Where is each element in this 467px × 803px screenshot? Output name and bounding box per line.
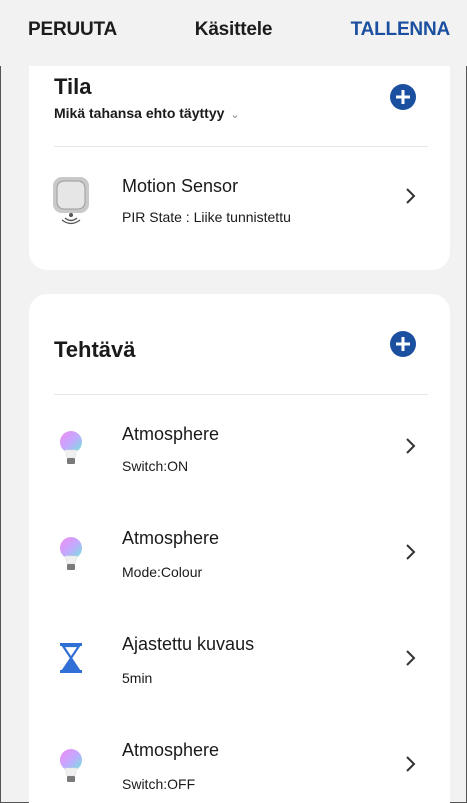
task-row[interactable]: Atmosphere Switch:ON <box>29 404 450 494</box>
match-mode-dropdown[interactable]: Mikä tahansa ehto täyttyy ⌄ <box>54 105 240 121</box>
condition-device-name: Motion Sensor <box>122 176 239 196</box>
bulb-icon <box>51 532 91 580</box>
task-device-name: Atmosphere <box>122 528 220 548</box>
bulb-icon <box>51 744 91 792</box>
add-condition-button[interactable] <box>390 84 416 110</box>
chevron-right-icon <box>404 542 418 562</box>
match-mode-label: Mikä tahansa ehto täyttyy <box>54 105 225 121</box>
chevron-right-icon <box>404 648 418 668</box>
chevron-down-icon: ⌄ <box>230 109 240 121</box>
task-row[interactable]: Atmosphere Mode:Colour <box>29 510 450 600</box>
add-task-button[interactable] <box>390 331 416 357</box>
task-action: 5min <box>122 670 153 686</box>
divider <box>54 394 428 395</box>
condition-card: Tila Mikä tahansa ehto täyttyy ⌄ Motion S… <box>29 48 450 270</box>
chevron-right-icon <box>404 186 418 206</box>
cancel-button[interactable]: PERUUTA <box>28 19 117 41</box>
condition-row-motion-sensor[interactable]: Motion Sensor PIR State : Liike tunniste… <box>29 152 450 242</box>
task-action: Switch:ON <box>122 458 189 474</box>
task-action: Switch:OFF <box>122 776 196 792</box>
chevron-right-icon <box>404 754 418 774</box>
bulb-icon <box>51 426 91 474</box>
condition-title: Tila <box>54 74 92 99</box>
hourglass-icon <box>51 640 91 688</box>
top-bar: PERUUTA Käsittele TALLENNA <box>0 0 467 66</box>
task-card: Tehtävä Atmosphere Switch:ON Atmosphere … <box>29 294 450 803</box>
save-button[interactable]: TALLENNA <box>351 19 451 41</box>
task-row[interactable]: Ajastettu kuvaus 5min <box>29 616 450 706</box>
chevron-right-icon <box>404 436 418 456</box>
divider <box>54 146 428 147</box>
task-device-name: Atmosphere <box>122 424 220 444</box>
condition-device-state: PIR State : Liike tunnistettu <box>122 209 291 225</box>
task-row[interactable]: Atmosphere Switch:OFF <box>29 722 450 803</box>
task-action: Mode:Colour <box>122 564 203 580</box>
motion-sensor-icon <box>51 175 91 225</box>
task-device-name: Atmosphere <box>122 740 220 760</box>
task-device-name: Ajastettu kuvaus <box>122 634 255 654</box>
task-section-title: Tehtävä <box>54 337 136 362</box>
